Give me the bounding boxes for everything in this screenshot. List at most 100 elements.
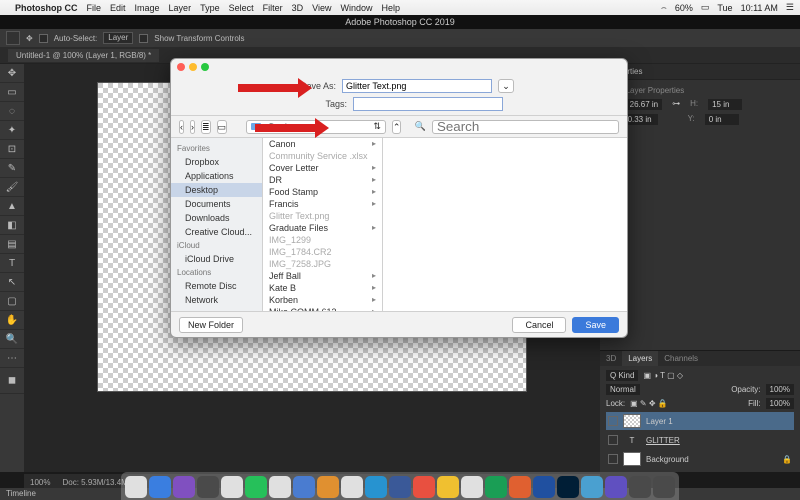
shape-tool[interactable]: ▢ xyxy=(0,292,24,311)
dock-app[interactable] xyxy=(149,476,171,498)
eyedropper-tool[interactable]: ✎ xyxy=(0,159,24,178)
tab-channels[interactable]: Channels xyxy=(658,351,704,366)
dock-app[interactable] xyxy=(173,476,195,498)
dock-app[interactable] xyxy=(317,476,339,498)
expand-button[interactable]: ⌄ xyxy=(498,79,514,93)
dock-app[interactable] xyxy=(581,476,603,498)
tab-layers[interactable]: Layers xyxy=(622,351,658,366)
file-item[interactable]: Canon xyxy=(263,138,382,150)
cancel-button[interactable]: Cancel xyxy=(512,317,566,333)
dock-app[interactable] xyxy=(605,476,627,498)
menu-help[interactable]: Help xyxy=(381,3,400,13)
menu-select[interactable]: Select xyxy=(229,3,254,13)
file-item[interactable]: Francis xyxy=(263,198,382,210)
link-wh-icon[interactable]: ⊶ xyxy=(672,99,680,110)
zoom-icon[interactable] xyxy=(201,63,209,71)
transform-check[interactable] xyxy=(139,34,148,43)
stamp-tool[interactable]: ▲ xyxy=(0,197,24,216)
menu-view[interactable]: View xyxy=(312,3,331,13)
dock-app[interactable] xyxy=(293,476,315,498)
dock-app[interactable] xyxy=(245,476,267,498)
group-button[interactable]: ▭ xyxy=(217,120,228,134)
file-item[interactable]: Jeff Ball xyxy=(263,270,382,282)
zoom-value[interactable]: 100% xyxy=(30,478,50,487)
app-name[interactable]: Photoshop CC xyxy=(15,3,78,13)
dock-app[interactable] xyxy=(389,476,411,498)
tags-input[interactable] xyxy=(353,97,503,111)
menu-window[interactable]: Window xyxy=(340,3,372,13)
type-tool[interactable]: T xyxy=(0,254,24,273)
sidebar-item-icloud-drive[interactable]: iCloud Drive xyxy=(171,252,262,266)
sidebar-item-network[interactable]: Network xyxy=(171,293,262,307)
file-item[interactable]: Food Stamp xyxy=(263,186,382,198)
menu-file[interactable]: File xyxy=(87,3,102,13)
hand-tool[interactable]: ✋ xyxy=(0,311,24,330)
dock-app[interactable] xyxy=(533,476,555,498)
marquee-tool[interactable]: ▭ xyxy=(0,83,24,102)
lock-icons[interactable]: ▣ ✎ ✥ 🔒 xyxy=(630,399,668,408)
more-tools[interactable]: ⋯ xyxy=(0,349,24,368)
sidebar-item-downloads[interactable]: Downloads xyxy=(171,211,262,225)
path-tool[interactable]: ↖ xyxy=(0,273,24,292)
dock-app[interactable] xyxy=(557,476,579,498)
back-button[interactable]: ‹ xyxy=(179,120,184,134)
sidebar-item-creative-cloud[interactable]: Creative Cloud... xyxy=(171,225,262,239)
tab-3d[interactable]: 3D xyxy=(600,351,622,366)
wand-tool[interactable]: ✦ xyxy=(0,121,24,140)
dock-app[interactable] xyxy=(413,476,435,498)
file-item[interactable]: Graduate Files xyxy=(263,222,382,234)
file-item[interactable]: Korben xyxy=(263,294,382,306)
file-item[interactable]: Kate B xyxy=(263,282,382,294)
search-input[interactable] xyxy=(432,120,619,134)
blend-mode[interactable]: Normal xyxy=(606,384,640,395)
dock-app[interactable] xyxy=(221,476,243,498)
layer-row[interactable]: Background 🔒 xyxy=(606,450,794,468)
crop-tool[interactable]: ⊡ xyxy=(0,140,24,159)
auto-select-mode[interactable]: Layer xyxy=(103,32,133,44)
document-tab[interactable]: Untitled-1 @ 100% (Layer 1, RGB/8) * xyxy=(8,49,159,62)
file-item[interactable]: Cover Letter xyxy=(263,162,382,174)
close-icon[interactable] xyxy=(177,63,185,71)
dock-app[interactable] xyxy=(197,476,219,498)
prop-x-value[interactable]: 0.33 in xyxy=(624,114,658,125)
minimize-icon[interactable] xyxy=(189,63,197,71)
sidebar-item-dropbox[interactable]: Dropbox xyxy=(171,155,262,169)
save-button[interactable]: Save xyxy=(572,317,619,333)
file-item[interactable]: DR xyxy=(263,174,382,186)
dock-app[interactable] xyxy=(125,476,147,498)
dock-app[interactable] xyxy=(365,476,387,498)
visibility-icon[interactable] xyxy=(608,454,618,464)
dock-app[interactable] xyxy=(269,476,291,498)
sidebar-item-applications[interactable]: Applications xyxy=(171,169,262,183)
dock-app[interactable] xyxy=(461,476,483,498)
home-icon[interactable] xyxy=(6,31,20,45)
menu-image[interactable]: Image xyxy=(135,3,160,13)
layer-row[interactable]: Layer 1 xyxy=(606,412,794,430)
visibility-icon[interactable] xyxy=(608,435,618,445)
forward-button[interactable]: › xyxy=(190,120,195,134)
dock-app[interactable] xyxy=(653,476,675,498)
layer-filter[interactable]: Q Kind xyxy=(606,370,638,381)
menu-edit[interactable]: Edit xyxy=(110,3,126,13)
move-tool[interactable]: ✥ xyxy=(0,64,24,83)
zoom-tool[interactable]: 🔍 xyxy=(0,330,24,349)
view-columns-button[interactable]: ≣ xyxy=(201,120,211,134)
sidebar-item-documents[interactable]: Documents xyxy=(171,197,262,211)
visibility-icon[interactable] xyxy=(608,416,618,426)
prop-y-value[interactable]: 0 in xyxy=(705,114,739,125)
menu-3d[interactable]: 3D xyxy=(292,3,304,13)
sidebar-item-remote-disc[interactable]: Remote Disc xyxy=(171,279,262,293)
layer-row[interactable]: T GLITTER xyxy=(606,433,794,447)
auto-select-check[interactable] xyxy=(39,34,48,43)
brush-tool[interactable]: 🖌 xyxy=(0,178,24,197)
wifi-icon[interactable]: ⌢ xyxy=(661,2,667,13)
dock-app[interactable] xyxy=(509,476,531,498)
eraser-tool[interactable]: ◧ xyxy=(0,216,24,235)
filename-input[interactable] xyxy=(342,79,492,93)
menu-type[interactable]: Type xyxy=(200,3,220,13)
fill-value[interactable]: 100% xyxy=(766,398,794,409)
prop-h-value[interactable]: 15 in xyxy=(708,99,742,110)
menu-layer[interactable]: Layer xyxy=(169,3,192,13)
opacity-value[interactable]: 100% xyxy=(766,384,794,395)
prop-w-value[interactable]: 26.67 in xyxy=(626,99,662,110)
